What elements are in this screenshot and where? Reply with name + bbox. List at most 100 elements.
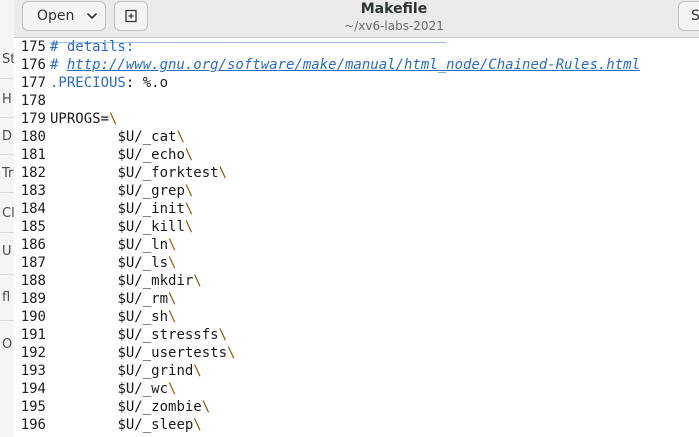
program-entry: $U/_forktest [117,165,219,181]
background-separator [0,320,14,321]
line-number: 184 [20,201,46,217]
line-number: 192 [20,345,46,361]
code-line[interactable]: 193 $U/_grind\ [14,362,699,380]
program-entry: $U/_echo [117,147,185,163]
code-line[interactable]: 187 $U/_ls\ [14,254,699,272]
background-item: U [2,244,12,259]
line-text: .PRECIOUS: %.o [50,74,168,92]
line-text: $U/_grep\ [50,182,193,200]
save-button[interactable]: S [678,1,699,31]
background-separator [0,78,14,79]
line-text: $U/_wc\ [50,380,176,398]
line-text: $U/_grind\ [50,362,201,380]
line-continuation: \ [184,219,194,235]
target-rest: : %.o [125,75,169,91]
url-link[interactable]: http://www.gnu.org/software/make/manual/… [67,57,640,73]
code-line[interactable]: 180 $U/_cat\ [14,128,699,146]
code-line[interactable]: 177 .PRECIOUS: %.o [14,74,699,92]
background-item: Cl [2,206,15,221]
open-button[interactable]: Open [22,1,106,31]
code-line[interactable]: 182 $U/_forktest\ [14,164,699,182]
background-separator [0,192,14,193]
code-area[interactable]: ________________________________________… [14,38,699,434]
program-entry: $U/_usertests [117,345,228,361]
line-text: $U/_stressfs\ [50,326,227,344]
new-document-icon [123,8,139,24]
line-text: $U/_usertests\ [50,344,235,362]
program-entry: $U/_stressfs [117,327,219,343]
background-item: O [2,337,13,352]
line-number: 186 [20,237,46,253]
line-text: $U/_rm\ [50,290,176,308]
line-number: 195 [20,399,46,415]
code-line[interactable]: 196 $U/_sleep\ [14,416,699,434]
make-target: .PRECIOUS [50,75,126,91]
program-entry: $U/_grep [117,183,185,199]
line-continuation: \ [168,237,177,253]
line-number: 187 [20,255,46,271]
line-text: $U/_zombie\ [50,398,210,416]
line-continuation: \ [184,183,194,199]
line-text: $U/_ln\ [50,236,176,254]
window-subtitle: ~/xv6-labs-2021 [344,19,444,33]
program-entry: $U/_rm [117,291,169,307]
code-line[interactable]: 183 $U/_grep\ [14,182,699,200]
code-line[interactable]: 194 $U/_wc\ [14,380,699,398]
line-continuation: \ [168,381,177,397]
line-number: 179 [20,111,46,127]
line-number: 181 [20,147,46,163]
line-text: $U/_echo\ [50,146,193,164]
line-number: 178 [20,93,46,109]
code-line[interactable]: 179 UPROGS=\ [14,110,699,128]
program-entry: $U/_mkdir [117,273,194,289]
text-editor[interactable]: ________________________________________… [14,38,699,437]
line-text: UPROGS=\ [50,110,117,128]
code-line[interactable]: 195 $U/_zombie\ [14,398,699,416]
program-entry: $U/_init [117,201,185,217]
line-text: $U/_sh\ [50,308,176,326]
chevron-down-icon [86,10,98,22]
code-line[interactable]: 189 $U/_rm\ [14,290,699,308]
header-bar: Open Makefile ~/xv6-labs-2021 S [14,0,699,38]
program-entry: $U/_sleep [117,417,194,433]
line-continuation: \ [184,147,194,163]
program-entry: $U/_ln [117,237,169,253]
code-line[interactable]: 181 $U/_echo\ [14,146,699,164]
line-continuation: \ [218,165,228,181]
line-text: $U/_forktest\ [50,164,227,182]
line-continuation: \ [201,399,211,415]
line-number: 175 [20,39,46,55]
code-line[interactable]: 192 $U/_usertests\ [14,344,699,362]
program-entry: $U/_grind [117,363,194,379]
code-line[interactable]: 185 $U/_kill\ [14,218,699,236]
program-entry: $U/_ls [117,255,169,271]
background-separator [0,117,14,118]
line-text: $U/_cat\ [50,128,184,146]
line-number: 194 [20,381,46,397]
code-lines: 175 # details: 176 # http://www.gnu.org/sof… [14,38,699,434]
program-entry: $U/_wc [117,381,169,397]
line-number: 188 [20,273,46,289]
partially-visible-line: ________________________________________… [50,38,446,44]
line-number: 190 [20,309,46,325]
new-document-button[interactable] [114,1,148,31]
code-line[interactable]: 184 $U/_init\ [14,200,699,218]
line-number: 180 [20,129,46,145]
background-item: D [2,129,13,144]
code-line[interactable]: 190 $U/_sh\ [14,308,699,326]
code-line[interactable]: 186 $U/_ln\ [14,236,699,254]
line-continuation: \ [184,201,194,217]
code-line[interactable]: 191 $U/_stressfs\ [14,326,699,344]
line-continuation: \ [109,111,118,127]
line-number: 191 [20,327,46,343]
line-text: $U/_sleep\ [50,416,201,434]
line-continuation: \ [218,327,228,343]
line-text: $U/_init\ [50,200,193,218]
code-line[interactable]: 188 $U/_mkdir\ [14,272,699,290]
comment-prefix: # [50,57,67,73]
code-line[interactable]: 178 [14,92,699,110]
code-line[interactable]: 176 # http://www.gnu.org/software/make/ma… [14,56,699,74]
line-number: 177 [20,75,46,91]
variable-assignment: UPROGS= [50,111,110,127]
open-button-label: Open [37,8,75,24]
